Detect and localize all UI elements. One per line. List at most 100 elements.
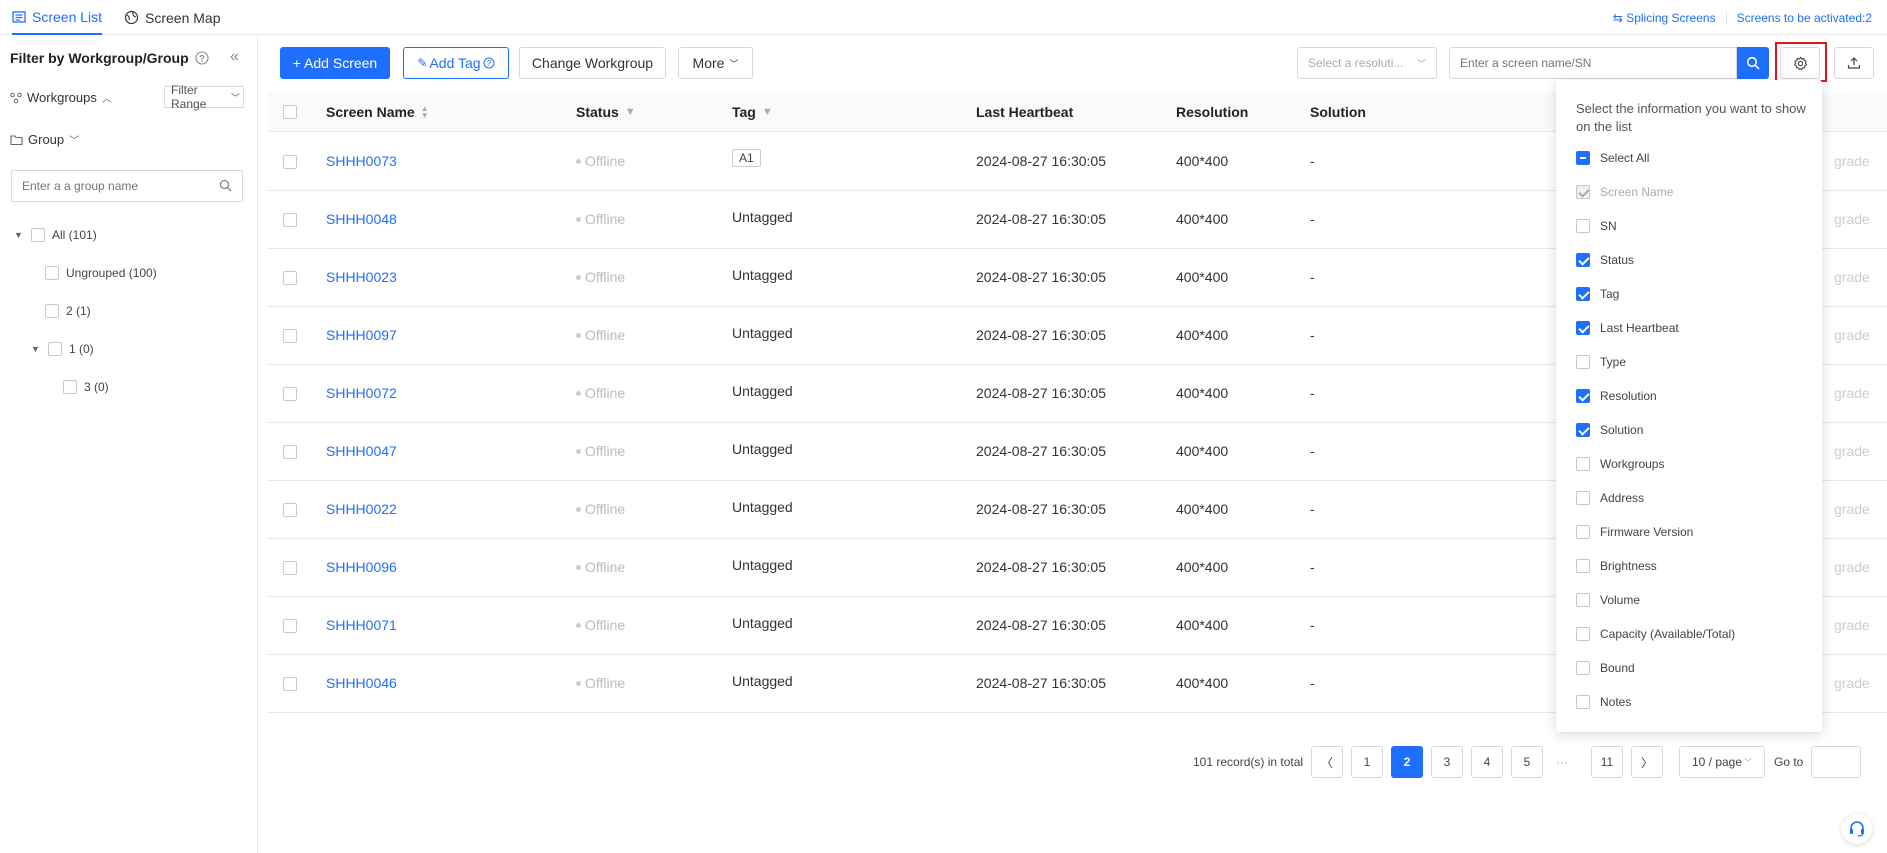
column-option-checkbox[interactable]: [1576, 525, 1590, 539]
column-header-status[interactable]: Status ▼: [576, 104, 636, 120]
tree-item-all[interactable]: ▼ All (101): [14, 228, 97, 242]
column-option-checkbox[interactable]: [1576, 219, 1590, 233]
more-button[interactable]: More ﹀: [678, 47, 753, 79]
customer-service-button[interactable]: [1842, 814, 1872, 844]
column-option-checkbox[interactable]: [1576, 423, 1590, 437]
tab-screen-map[interactable]: Screen Map: [124, 0, 220, 35]
column-header-screen-name[interactable]: Screen Name ▲ ▼: [326, 104, 429, 120]
screen-name-link[interactable]: SHHH0072: [326, 385, 397, 401]
page-button[interactable]: 1: [1351, 746, 1383, 778]
column-option[interactable]: Select All: [1576, 151, 1649, 165]
tree-checkbox[interactable]: [63, 380, 77, 394]
column-option[interactable]: Tag: [1576, 287, 1619, 301]
column-option[interactable]: Type: [1576, 355, 1626, 369]
next-page-button[interactable]: 〉: [1631, 746, 1663, 778]
group-toggle[interactable]: Group ﹀: [10, 132, 79, 147]
screen-name-link[interactable]: SHHH0047: [326, 443, 397, 459]
column-header-tag[interactable]: Tag ▼: [732, 104, 773, 120]
filter-range-select[interactable]: Filter Range ﹀: [164, 83, 244, 111]
add-screen-button[interactable]: + Add Screen: [280, 47, 390, 79]
page-button[interactable]: 4: [1471, 746, 1503, 778]
screen-name-link[interactable]: SHHH0048: [326, 211, 397, 227]
upgrade-action-link[interactable]: grade: [1834, 385, 1870, 401]
column-option[interactable]: Notes: [1576, 695, 1631, 709]
resolution-select[interactable]: Select a resoluti... ﹀: [1297, 47, 1437, 79]
search-icon[interactable]: [219, 179, 232, 192]
row-checkbox[interactable]: [283, 155, 297, 169]
upgrade-action-link[interactable]: grade: [1834, 501, 1870, 517]
column-option-checkbox[interactable]: [1576, 321, 1590, 335]
column-option[interactable]: Bound: [1576, 661, 1635, 675]
group-search-input[interactable]: [12, 171, 202, 201]
screen-name-link[interactable]: SHHH0022: [326, 501, 397, 517]
upgrade-action-link[interactable]: grade: [1834, 617, 1870, 633]
screen-name-link[interactable]: SHHH0096: [326, 559, 397, 575]
upgrade-action-link[interactable]: grade: [1834, 443, 1870, 459]
screen-name-link[interactable]: SHHH0097: [326, 327, 397, 343]
column-option[interactable]: Status: [1576, 253, 1634, 267]
row-checkbox[interactable]: [283, 271, 297, 285]
row-checkbox[interactable]: [283, 677, 297, 691]
column-option-checkbox[interactable]: [1576, 695, 1590, 709]
screen-name-link[interactable]: SHHH0023: [326, 269, 397, 285]
search-button[interactable]: [1737, 47, 1769, 79]
upgrade-action-link[interactable]: grade: [1834, 153, 1870, 169]
column-option[interactable]: Address: [1576, 491, 1644, 505]
sort-icon[interactable]: ▲ ▼: [421, 105, 429, 120]
column-option-checkbox[interactable]: [1576, 151, 1590, 165]
row-checkbox[interactable]: [283, 387, 297, 401]
column-option[interactable]: Volume: [1576, 593, 1640, 607]
export-button[interactable]: [1834, 47, 1874, 79]
page-button[interactable]: 5: [1511, 746, 1543, 778]
column-option[interactable]: Capacity (Available/Total): [1576, 627, 1735, 641]
column-option[interactable]: Resolution: [1576, 389, 1657, 403]
caret-down-icon[interactable]: ▼: [31, 344, 41, 354]
column-option-checkbox[interactable]: [1576, 627, 1590, 641]
column-option[interactable]: Firmware Version: [1576, 525, 1693, 539]
column-option[interactable]: Workgroups: [1576, 457, 1664, 471]
column-option[interactable]: Last Heartbeat: [1576, 321, 1679, 335]
screen-name-link[interactable]: SHHH0071: [326, 617, 397, 633]
column-option[interactable]: Solution: [1576, 423, 1643, 437]
upgrade-action-link[interactable]: grade: [1834, 269, 1870, 285]
pagination-ellipsis[interactable]: ···: [1556, 755, 1568, 769]
tree-checkbox[interactable]: [48, 342, 62, 356]
page-button-last[interactable]: 11: [1591, 746, 1623, 778]
screen-name-link[interactable]: SHHH0046: [326, 675, 397, 691]
page-button[interactable]: 3: [1431, 746, 1463, 778]
column-option-checkbox[interactable]: [1576, 287, 1590, 301]
column-option-checkbox[interactable]: [1576, 661, 1590, 675]
row-checkbox[interactable]: [283, 561, 297, 575]
column-option-checkbox[interactable]: [1576, 457, 1590, 471]
tree-item-group-2[interactable]: 2 (1): [45, 304, 91, 318]
splicing-screens-link[interactable]: ⇆ Splicing Screens: [1613, 11, 1716, 25]
select-all-rows-checkbox[interactable]: [283, 105, 297, 119]
page-size-select[interactable]: 10 / page ﹀: [1679, 746, 1765, 778]
upgrade-action-link[interactable]: grade: [1834, 327, 1870, 343]
column-option[interactable]: SN: [1576, 219, 1617, 233]
page-button-current[interactable]: 2: [1391, 746, 1423, 778]
row-checkbox[interactable]: [283, 329, 297, 343]
screens-to-activate-link[interactable]: Screens to be activated:2: [1737, 11, 1872, 25]
row-checkbox[interactable]: [283, 619, 297, 633]
upgrade-action-link[interactable]: grade: [1834, 559, 1870, 575]
filter-icon[interactable]: ▼: [625, 106, 636, 118]
column-option[interactable]: Brightness: [1576, 559, 1657, 573]
column-option-checkbox[interactable]: [1576, 355, 1590, 369]
screen-search-input[interactable]: [1450, 48, 1720, 78]
tab-screen-list[interactable]: Screen List: [12, 0, 103, 35]
prev-page-button[interactable]: 〈: [1311, 746, 1343, 778]
row-checkbox[interactable]: [283, 445, 297, 459]
upgrade-action-link[interactable]: grade: [1834, 675, 1870, 691]
add-tag-button[interactable]: ✎ Add Tag ?: [403, 47, 509, 79]
tree-item-group-1[interactable]: ▼ 1 (0): [31, 342, 94, 356]
column-option-checkbox[interactable]: [1576, 491, 1590, 505]
workgroups-toggle[interactable]: Workgroups ︿: [10, 90, 112, 105]
goto-page-input[interactable]: [1811, 746, 1861, 778]
caret-down-icon[interactable]: ▼: [14, 230, 24, 240]
screen-name-link[interactable]: SHHH0073: [326, 153, 397, 169]
tree-checkbox[interactable]: [31, 228, 45, 242]
column-option-checkbox[interactable]: [1576, 253, 1590, 267]
collapse-sidebar-icon[interactable]: «: [230, 48, 239, 66]
row-checkbox[interactable]: [283, 213, 297, 227]
